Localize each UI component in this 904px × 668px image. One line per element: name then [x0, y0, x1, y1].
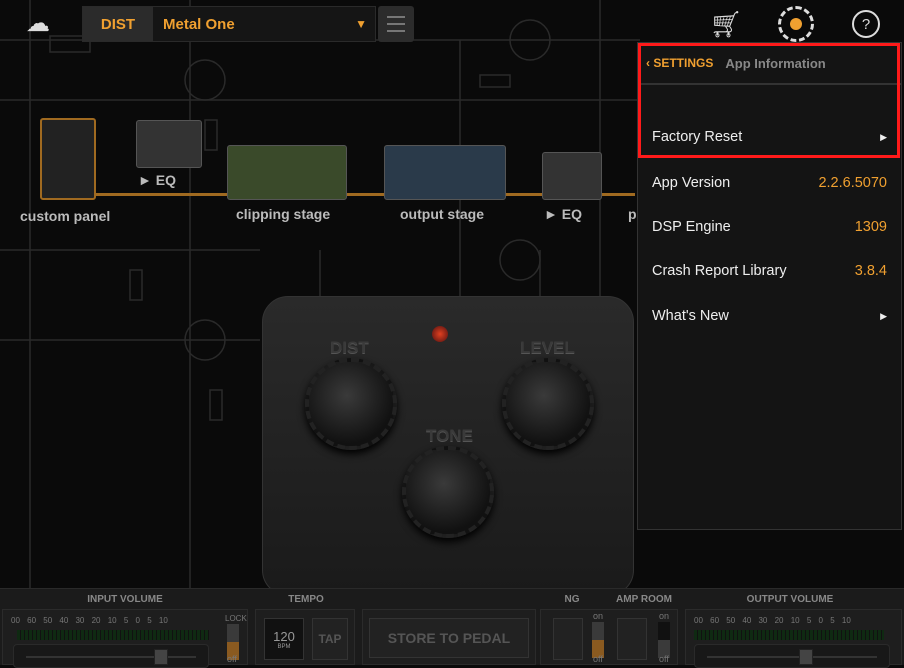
row-value: 1309 — [854, 219, 887, 235]
preset-name: Metal One — [163, 15, 235, 33]
crash-report-row: Crash Report Library 3.8.4 — [638, 249, 901, 293]
row-value: 2.2.6.5070 — [818, 175, 887, 191]
tone-knob[interactable] — [402, 446, 494, 538]
app-version-row: App Version 2.2.6.5070 — [638, 161, 901, 205]
chain-label: custom panel — [20, 208, 111, 224]
chain-block-output-stage[interactable] — [384, 145, 506, 200]
bpm-value: 120 — [273, 628, 295, 644]
row-value: 3.8.4 — [854, 263, 887, 279]
chain-label: p — [628, 206, 637, 222]
dist-knob[interactable] — [305, 358, 397, 450]
preset-category: DIST — [83, 7, 153, 41]
tempo-section: 120 BPM TAP — [255, 609, 355, 665]
chain-label: ► EQ — [138, 172, 176, 188]
output-volume-slider[interactable] — [694, 644, 890, 668]
input-meter — [17, 630, 209, 640]
store-to-pedal-button[interactable]: STORE TO PEDAL — [369, 618, 529, 658]
whats-new-row[interactable]: What's New ▶ — [638, 294, 901, 338]
input-volume-section: 00 60 50 40 30 20 10 5 0 5 10 LOCK off — [2, 609, 248, 668]
chain-block-custom-panel[interactable] — [40, 118, 96, 200]
lock-label: LOCK — [225, 614, 247, 623]
ng-amp-room-section: on off on off — [540, 609, 678, 665]
knob-label-tone: TONE — [426, 426, 473, 445]
on-label: on — [659, 611, 670, 621]
gear-icon[interactable] — [778, 6, 814, 42]
chain-block-clipping-stage[interactable] — [227, 145, 347, 200]
led-indicator — [432, 326, 448, 342]
dsp-engine-row: DSP Engine 1309 — [638, 205, 901, 249]
output-volume-section: 00 60 50 40 30 20 10 5 0 5 10 — [685, 609, 902, 668]
off-label: off — [227, 654, 237, 664]
store-section: STORE TO PEDAL — [362, 609, 536, 665]
ng-pedal-icon[interactable] — [553, 618, 583, 660]
output-meter — [694, 630, 884, 640]
input-volume-label: INPUT VOLUME — [87, 594, 163, 605]
help-button[interactable]: ? — [852, 10, 880, 38]
cloud-icon[interactable]: ☁ — [18, 8, 58, 38]
chain-label: ► EQ — [544, 206, 582, 222]
amp-room-toggle[interactable] — [658, 622, 670, 658]
level-knob[interactable] — [502, 358, 594, 450]
off-label: off — [659, 654, 669, 664]
dropdown-caret-icon[interactable]: ▼ — [355, 17, 367, 31]
tap-button[interactable]: TAP — [312, 618, 348, 660]
highlight-box — [638, 43, 900, 158]
chain-block-eq-2[interactable] — [542, 152, 602, 200]
amp-room-label: AMP ROOM — [616, 594, 672, 605]
ng-label: NG — [564, 594, 580, 605]
cart-icon[interactable]: 🛒︎ — [708, 6, 744, 42]
chain-block-eq[interactable] — [136, 120, 202, 168]
input-volume-slider[interactable] — [13, 644, 209, 668]
bpm-unit: BPM — [277, 643, 291, 650]
row-label: DSP Engine — [652, 219, 731, 235]
chevron-right-icon: ▶ — [880, 310, 887, 321]
output-volume-label: OUTPUT VOLUME — [746, 594, 834, 605]
menu-button[interactable] — [378, 6, 414, 42]
amp-room-icon[interactable] — [617, 618, 647, 660]
bottom-bar: INPUT VOLUME TEMPO NG AMP ROOM OUTPUT VO… — [0, 588, 904, 668]
row-label: Crash Report Library — [652, 263, 787, 279]
on-label: on — [593, 611, 604, 621]
knob-label-dist: DIST — [330, 338, 369, 357]
row-label: What's New — [652, 308, 729, 324]
meter-scale: 00 60 50 40 30 20 10 5 0 5 10 — [11, 616, 168, 625]
tempo-label: TEMPO — [288, 594, 324, 605]
chain-label: clipping stage — [236, 206, 331, 222]
row-label: App Version — [652, 175, 731, 191]
ng-toggle[interactable] — [592, 622, 604, 658]
meter-scale: 00 60 50 40 30 20 10 5 0 5 10 — [694, 616, 851, 625]
knob-label-level: LEVEL — [520, 338, 575, 357]
bpm-display[interactable]: 120 BPM — [264, 618, 304, 660]
chain-label: output stage — [400, 206, 484, 222]
preset-selector[interactable]: DIST Metal One ▼ — [82, 6, 376, 42]
off-label: off — [593, 654, 603, 664]
